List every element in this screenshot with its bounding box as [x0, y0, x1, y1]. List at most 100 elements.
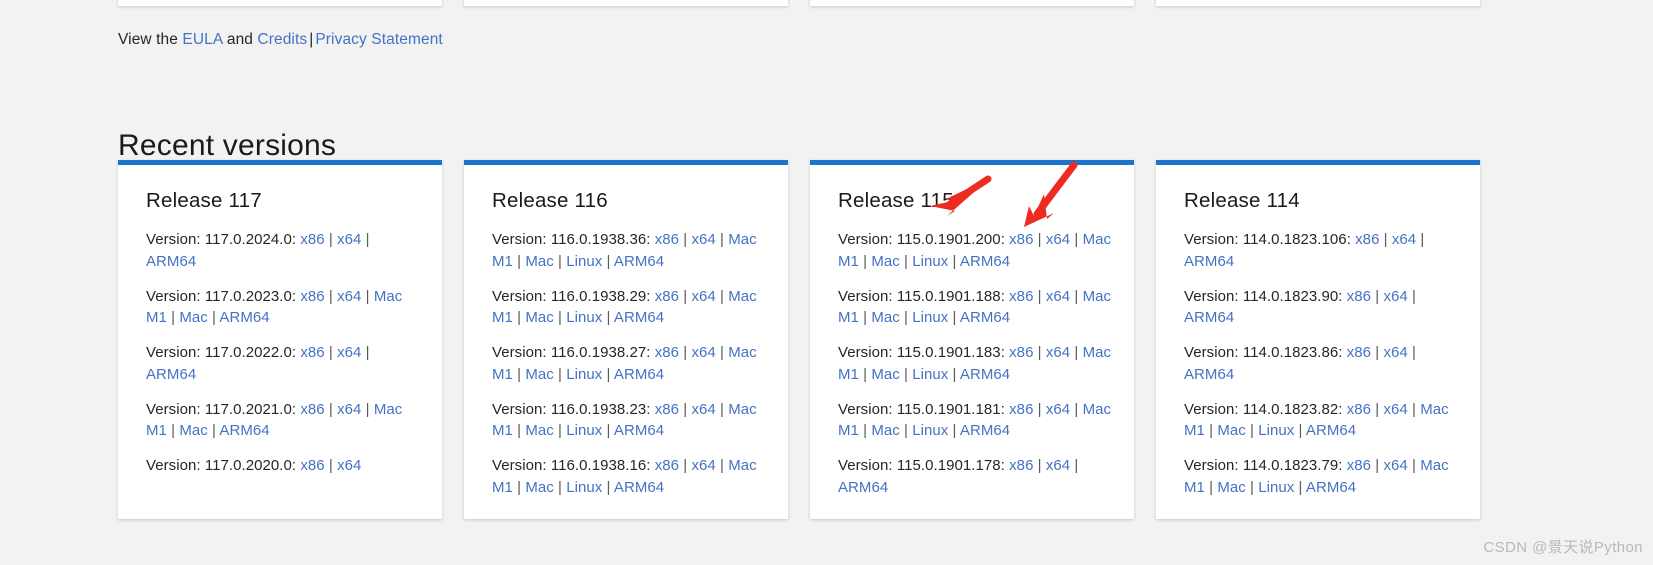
download-link-x86[interactable]: x86 — [655, 401, 679, 418]
download-link-x86[interactable]: x86 — [655, 344, 679, 361]
download-link-mac[interactable]: Mac — [179, 422, 208, 439]
download-link-mac[interactable]: Mac — [871, 366, 900, 383]
download-link-arm64[interactable]: ARM64 — [1306, 422, 1356, 439]
download-link-linux[interactable]: Linux — [566, 422, 602, 439]
truncated-card — [1156, 0, 1480, 6]
download-link-linux[interactable]: Linux — [912, 422, 948, 439]
download-link-mac[interactable]: Mac — [525, 309, 554, 326]
download-link-x64[interactable]: x64 — [691, 401, 715, 418]
download-link-mac[interactable]: Mac — [1217, 479, 1246, 496]
credits-link[interactable]: Credits — [257, 31, 307, 48]
release-card-body: Release 117 Version: 117.0.2024.0: x86 | … — [118, 165, 442, 497]
version-row: Version: 116.0.1938.36: x86 | x64 | Mac … — [492, 231, 757, 270]
download-link-x64[interactable]: x64 — [1383, 457, 1407, 474]
download-link-mac[interactable]: Mac — [871, 422, 900, 439]
download-link-linux[interactable]: Linux — [912, 253, 948, 270]
download-link-arm64[interactable]: ARM64 — [1184, 253, 1234, 270]
download-link-arm64[interactable]: ARM64 — [614, 479, 664, 496]
download-link-x64[interactable]: x64 — [691, 288, 715, 305]
download-link-x64[interactable]: x64 — [1046, 401, 1070, 418]
download-link-x86[interactable]: x86 — [300, 457, 324, 474]
download-link-linux[interactable]: Linux — [1258, 422, 1294, 439]
download-link-arm64[interactable]: ARM64 — [614, 422, 664, 439]
download-link-x64[interactable]: x64 — [1392, 231, 1416, 248]
link-separator: | — [899, 252, 913, 270]
download-link-x86[interactable]: x86 — [655, 288, 679, 305]
eula-link[interactable]: EULA — [182, 31, 222, 48]
download-link-x86[interactable]: x86 — [1009, 344, 1033, 361]
download-link-linux[interactable]: Linux — [566, 309, 602, 326]
download-link-x64[interactable]: x64 — [691, 344, 715, 361]
download-link-mac[interactable]: Mac — [179, 309, 208, 326]
download-link-mac[interactable]: Mac — [871, 309, 900, 326]
link-separator: | — [324, 231, 338, 248]
download-link-arm64[interactable]: ARM64 — [1184, 366, 1234, 383]
version-label: Version: — [146, 231, 205, 248]
download-link-arm64[interactable]: ARM64 — [614, 309, 664, 326]
download-link-x86[interactable]: x86 — [655, 231, 679, 248]
version-label: Version: — [1184, 400, 1243, 418]
download-link-linux[interactable]: Linux — [566, 366, 602, 383]
download-link-arm64[interactable]: ARM64 — [146, 366, 196, 383]
download-link-x64[interactable]: x64 — [1383, 401, 1407, 418]
link-separator: | — [1033, 400, 1046, 418]
download-link-x64[interactable]: x64 — [337, 231, 361, 248]
download-link-linux[interactable]: Linux — [912, 309, 948, 326]
download-link-mac[interactable]: Mac — [525, 479, 554, 496]
download-link-mac[interactable]: Mac — [1217, 422, 1246, 439]
privacy-statement-link[interactable]: Privacy Statement — [315, 31, 442, 48]
download-link-arm64[interactable]: ARM64 — [219, 309, 269, 326]
download-link-linux[interactable]: Linux — [912, 366, 948, 383]
download-link-x86[interactable]: x86 — [1347, 288, 1371, 305]
download-link-x86[interactable]: x86 — [1009, 457, 1033, 474]
download-link-x86[interactable]: x86 — [300, 231, 324, 248]
download-link-x64[interactable]: x64 — [691, 231, 715, 248]
download-link-mac[interactable]: Mac — [525, 366, 554, 383]
download-link-linux[interactable]: Linux — [566, 479, 602, 496]
download-link-x86[interactable]: x86 — [300, 288, 324, 305]
download-link-arm64[interactable]: ARM64 — [960, 253, 1010, 270]
link-separator: | — [1033, 344, 1046, 361]
download-link-x64[interactable]: x64 — [1046, 288, 1070, 305]
version-row: Version: 116.0.1938.23: x86 | x64 | Mac … — [492, 400, 757, 440]
download-link-x86[interactable]: x86 — [1347, 457, 1371, 474]
download-link-arm64[interactable]: ARM64 — [614, 253, 664, 270]
download-link-mac[interactable]: Mac — [525, 422, 554, 439]
download-link-x64[interactable]: x64 — [1046, 231, 1070, 248]
download-link-x86[interactable]: x86 — [1355, 231, 1379, 248]
download-link-x86[interactable]: x86 — [300, 344, 324, 361]
download-link-x64[interactable]: x64 — [1046, 457, 1070, 474]
download-link-linux[interactable]: Linux — [1258, 479, 1294, 496]
download-link-x64[interactable]: x64 — [691, 457, 715, 474]
version-number: 114.0.1823.82 — [1242, 400, 1339, 418]
download-link-mac[interactable]: Mac — [525, 253, 554, 270]
download-link-arm64[interactable]: ARM64 — [219, 422, 269, 439]
version-label: Version: — [838, 344, 897, 361]
download-link-arm64[interactable]: ARM64 — [1184, 309, 1234, 326]
download-link-x86[interactable]: x86 — [1009, 231, 1033, 248]
download-link-x64[interactable]: x64 — [337, 288, 361, 305]
download-link-x64[interactable]: x64 — [337, 344, 361, 361]
download-link-arm64[interactable]: ARM64 — [614, 366, 664, 383]
version-label: Version: — [146, 457, 205, 474]
link-separator: | — [679, 287, 692, 305]
download-link-arm64[interactable]: ARM64 — [960, 422, 1010, 439]
download-link-x86[interactable]: x86 — [655, 457, 679, 474]
download-link-arm64[interactable]: ARM64 — [960, 366, 1010, 383]
download-link-arm64[interactable]: ARM64 — [146, 253, 196, 270]
download-link-x64[interactable]: x64 — [337, 457, 361, 474]
download-link-x86[interactable]: x86 — [1347, 401, 1371, 418]
download-link-x86[interactable]: x86 — [1347, 344, 1371, 361]
download-link-mac[interactable]: Mac — [871, 253, 900, 270]
download-link-x64[interactable]: x64 — [337, 401, 361, 418]
download-link-x86[interactable]: x86 — [1009, 288, 1033, 305]
download-link-x64[interactable]: x64 — [1383, 344, 1407, 361]
download-link-x86[interactable]: x86 — [1009, 401, 1033, 418]
download-link-arm64[interactable]: ARM64 — [838, 479, 888, 496]
download-link-linux[interactable]: Linux — [566, 253, 602, 270]
download-link-arm64[interactable]: ARM64 — [960, 309, 1010, 326]
download-link-x64[interactable]: x64 — [1383, 288, 1407, 305]
download-link-x86[interactable]: x86 — [300, 401, 324, 418]
download-link-arm64[interactable]: ARM64 — [1306, 479, 1356, 496]
download-link-x64[interactable]: x64 — [1046, 344, 1070, 361]
